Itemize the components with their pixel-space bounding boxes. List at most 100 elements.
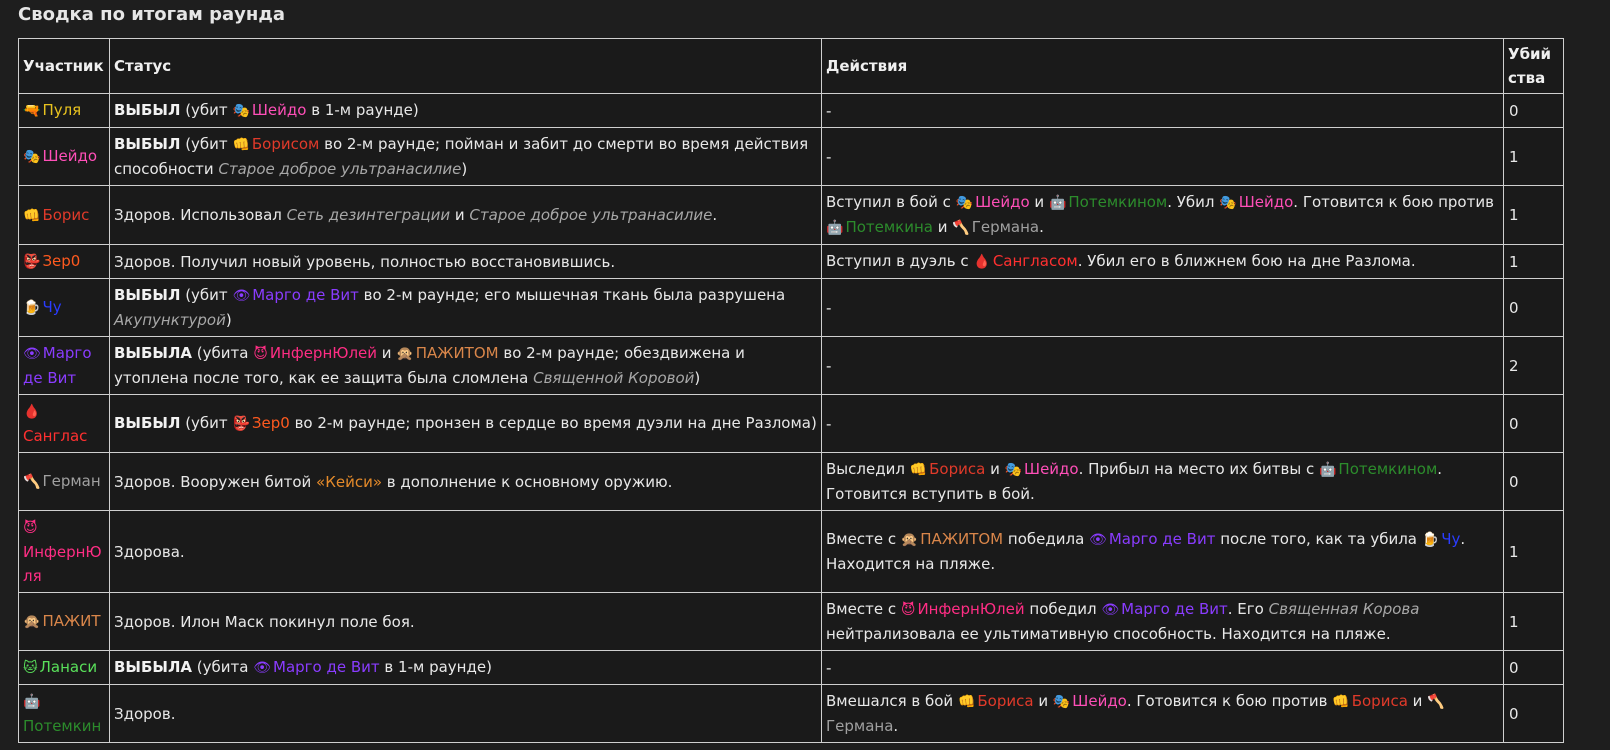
participant-mention: 🤖 Потемкином — [1048, 193, 1168, 211]
round-summary: Сводка по итогам раунда Участник Статус … — [0, 0, 1610, 743]
actions-cell: - — [821, 278, 1504, 337]
table-row: 🐱 Ланаси ВЫБЫЛА (убита 👁 Марго де Вит в 1-м… — [18, 650, 1564, 685]
header-status: Статус — [109, 38, 822, 94]
page-title: Сводка по итогам раунда — [18, 4, 286, 25]
participant-mention: 👊 Борисом — [232, 135, 320, 153]
kills-cell: 1 — [1503, 185, 1564, 245]
kills-cell: 0 — [1503, 93, 1564, 128]
table-row: 🪓 Герман Здоров. Вооружен битой «Кейси» в … — [18, 452, 1564, 511]
participant-mention: 🎭 Шейдо — [955, 193, 1030, 211]
participant-avatar-icon: 👁 — [1089, 532, 1107, 548]
kills-cell: 2 — [1503, 336, 1564, 395]
ability-name: Священная Корова — [1268, 600, 1420, 618]
actions-cell: Вместе с 🙊 ПАЖИТОМ победила 👁 Марго де Вит… — [821, 510, 1504, 593]
header-kills: Убийства — [1503, 38, 1564, 94]
actions-cell: Вместе с 😈 ИнфернЮлей победил 👁 Марго де В… — [821, 592, 1504, 651]
participant-name: Пуля — [42, 101, 82, 119]
status-cell: ВЫБЫЛ (убит 👺 Зер0 во 2-м раунде; пронзен… — [109, 394, 822, 453]
participant-avatar-icon: 🎭 — [1219, 195, 1237, 211]
participant-cell: 👁 Марго де Вит — [18, 336, 110, 395]
participant-avatar-icon: 🤖 — [1048, 195, 1067, 211]
participant-name: Чу — [42, 298, 62, 316]
status-cell: Здорова. — [109, 510, 822, 593]
kills-cell: 1 — [1503, 127, 1564, 186]
participant-avatar-icon: 😈 — [253, 346, 268, 362]
status-cell: Здоров. — [109, 684, 822, 743]
kills-cell: 0 — [1503, 650, 1564, 685]
table-row: 👁 Марго де Вит ВЫБЫЛА (убита 😈 ИнфернЮлей и… — [18, 336, 1564, 395]
ability-name: Старое доброе ультранасилие — [469, 206, 713, 224]
table-row: 👺 Зер0 Здоров. Получил новый уровень, полн… — [18, 244, 1564, 279]
participant-name: Герман — [42, 472, 101, 490]
status-label: ВЫБЫЛ — [114, 286, 181, 304]
participant-avatar-icon: 🤖 — [1318, 462, 1337, 478]
participant-cell: 🤖 Потемкин — [18, 684, 110, 743]
participant-avatar-icon: 👁 — [232, 288, 251, 304]
status-label: ВЫБЫЛА — [114, 344, 193, 362]
participant-cell: 🪓 Герман — [18, 452, 110, 511]
participant-avatar-icon: 🎭 — [232, 103, 250, 119]
kills-cell: 1 — [1503, 592, 1564, 651]
status-cell: Здоров. Илон Маск покинул поле боя. — [109, 592, 822, 651]
participant-avatar-icon: 👊 — [957, 694, 976, 710]
participant-avatar-icon: 🎭 — [23, 149, 41, 165]
participant-mention: 😈 ИнфернЮлей — [900, 600, 1025, 618]
participant-name: Борис — [42, 205, 90, 224]
header-participant: Участник — [18, 38, 110, 94]
status-cell: ВЫБЫЛА (убита 👁 Марго де Вит в 1-м раунде… — [109, 650, 822, 685]
table-row: 🤖 Потемкин Здоров. Вмешался в бой 👊 Бориса и… — [18, 684, 1564, 743]
participant-avatar-icon: 👁 — [253, 660, 272, 676]
actions-cell: - — [821, 127, 1504, 186]
participant-avatar-icon: 👁 — [23, 346, 41, 362]
participant-cell: 🎭 Шейдо — [18, 127, 110, 186]
kills-cell: 0 — [1503, 278, 1564, 337]
ability-name: Акупунктурой — [114, 311, 226, 329]
participant-mention: 👊 Бориса — [1332, 692, 1408, 710]
participant-mention: 👁 Марго де Вит — [1089, 530, 1216, 548]
participant-avatar-icon: 🎭 — [1004, 462, 1023, 478]
table-row: 🍺 Чу ВЫБЫЛ (убит 👁 Марго де Вит во 2-м раун… — [18, 278, 1564, 337]
participant-mention: 🎭 Шейдо — [232, 101, 307, 119]
ability-name: Старое доброе ультранасилие — [218, 160, 462, 178]
participant-mention: 😈 ИнфернЮлей — [253, 344, 378, 362]
participant-mention: 🤖 Потемкина — [826, 218, 933, 236]
participant-mention: 🩸 Сангласом — [973, 252, 1078, 270]
table-header-row: Участник Статус Действия Убийства — [18, 38, 1564, 94]
table-row: 😈 ИнфернЮля Здорова. Вместе с 🙊 ПАЖИТОМ побе… — [18, 510, 1564, 593]
participant-avatar-icon: 🎭 — [1052, 694, 1071, 710]
participant-avatar-icon: 😈 — [23, 520, 38, 536]
participant-mention: 🤖 Потемкином — [1318, 460, 1438, 478]
participant-name: Потемкин — [23, 717, 102, 735]
participant-name: Ланаси — [39, 658, 98, 676]
participant-cell: 🔫 Пуля — [18, 93, 110, 128]
ability-name: Священной Коровой — [533, 369, 695, 387]
participant-avatar-icon: 👁 — [1101, 602, 1120, 618]
participant-avatar-icon: 🪓 — [23, 474, 41, 490]
participant-cell: 👊 Борис — [18, 185, 110, 245]
participant-avatar-icon: 🤖 — [826, 220, 844, 236]
kills-cell: 0 — [1503, 452, 1564, 511]
table-row: 👊 Борис Здоров. Использовал Сеть дезинтегр… — [18, 185, 1564, 245]
participant-avatar-icon: 😈 — [900, 602, 916, 618]
participant-cell: 👺 Зер0 — [18, 244, 110, 279]
participant-mention: 🙊 ПАЖИТОМ — [900, 530, 1004, 548]
status-label: ВЫБЫЛ — [114, 101, 181, 119]
participant-cell: 🐱 Ланаси — [18, 650, 110, 685]
status-cell: ВЫБЫЛА (убита 😈 ИнфернЮлей и 🙊 ПАЖИТОМ во … — [109, 336, 822, 395]
participant-avatar-icon: 🤖 — [23, 694, 41, 710]
participant-mention: 🙊 ПАЖИТОМ — [396, 344, 499, 362]
participant-name: ИнфернЮля — [23, 543, 102, 585]
table-row: 🙊 ПАЖИТ Здоров. Илон Маск покинул поле боя… — [18, 592, 1564, 651]
table-row: 🔫 Пуля ВЫБЫЛ (убит 🎭 Шейдо в 1-м раунде) -0 — [18, 93, 1564, 128]
actions-cell: - — [821, 336, 1504, 395]
kills-cell: 0 — [1503, 684, 1564, 743]
participant-mention: 👁 Марго де Вит — [232, 286, 359, 304]
actions-cell: Вступил в дуэль с 🩸 Сангласом. Убил его в… — [821, 244, 1504, 279]
participant-mention: 👺 Зер0 — [232, 414, 290, 432]
participant-name: ПАЖИТ — [42, 612, 101, 630]
participant-avatar-icon: 🪓 — [1427, 694, 1445, 710]
actions-cell: Вступил в бой с 🎭 Шейдо и 🤖 Потемкином. Уб… — [821, 185, 1504, 245]
participant-avatar-icon: 🔫 — [23, 103, 41, 119]
participant-name: Санглас — [23, 427, 88, 445]
participant-mention: 👊 Бориса — [909, 460, 986, 478]
